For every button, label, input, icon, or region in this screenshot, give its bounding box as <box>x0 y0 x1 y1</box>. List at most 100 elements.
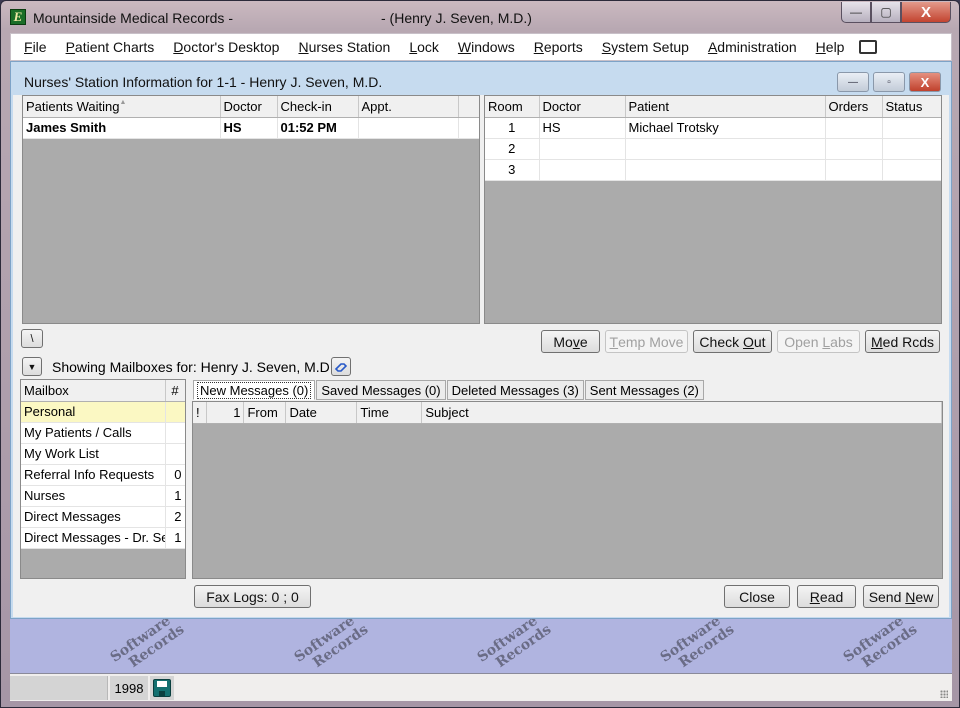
col-time[interactable]: Time <box>356 402 423 424</box>
watermark: Software Records <box>841 619 921 673</box>
resize-grip[interactable] <box>940 690 948 698</box>
tab-new-messages[interactable]: New Messages (0) <box>193 380 316 400</box>
col-room[interactable]: Room <box>485 96 540 118</box>
mailbox-dropdown-button[interactable]: ▼ <box>22 357 42 376</box>
station-content: Patients Waiting▲ Doctor Check-in Appt. … <box>13 95 949 617</box>
col-from[interactable]: From <box>243 402 287 424</box>
menu-label: indows <box>471 39 515 55</box>
col-appt[interactable]: Appt. <box>358 96 459 118</box>
menu-patient-charts[interactable]: Patient Charts <box>66 39 155 55</box>
tab-label: New Messages (0) <box>196 381 312 399</box>
messages-grid: ! 1 From Date Time Subject <box>192 401 943 579</box>
menu-administration[interactable]: Administration <box>708 39 797 55</box>
table-row[interactable]: James Smith HS 01:52 PM <box>23 117 479 139</box>
col-date[interactable]: Date <box>285 402 358 424</box>
col-orders[interactable]: Orders <box>825 96 883 118</box>
temp-move-button[interactable]: Temp Move <box>605 330 688 353</box>
fax-logs-button[interactable]: Fax Logs: 0 ; 0 <box>194 585 311 608</box>
read-button[interactable]: Read <box>797 585 856 608</box>
menu-accel: R <box>533 39 544 55</box>
patients-waiting-grid: Patients Waiting▲ Doctor Check-in Appt. … <box>22 95 480 324</box>
open-labs-button[interactable]: Open Labs <box>777 330 860 353</box>
mailbox-item-my-work-list[interactable]: My Work List <box>21 443 185 465</box>
table-row[interactable]: 3 <box>485 159 941 181</box>
maximize-button[interactable]: ▢ <box>871 2 901 23</box>
link-button[interactable] <box>331 357 351 376</box>
mailbox-item-personal[interactable]: Personal <box>21 401 185 423</box>
col-check-in[interactable]: Check-in <box>277 96 359 118</box>
table-row[interactable]: 2 <box>485 138 941 160</box>
mailbox-item-direct-messages[interactable]: Direct Messages 2 <box>21 506 185 528</box>
close-mail-button[interactable]: Close <box>724 585 790 608</box>
menu-doctors-desktop[interactable]: Doctor's Desktop <box>173 39 279 55</box>
minimize-button[interactable]: — <box>841 2 871 23</box>
menu-nurses-station[interactable]: Nurses Station <box>298 39 390 55</box>
mailbox-name: Direct Messages <box>21 506 166 528</box>
mailbox-name: My Work List <box>21 443 166 465</box>
menu-accel: H <box>815 39 826 55</box>
mailbox-count <box>165 401 185 423</box>
child-window-title: Nurses' Station Information for 1-1 - He… <box>24 74 383 90</box>
col-attachment[interactable]: 1 <box>206 402 245 424</box>
btn-text: ut <box>753 333 766 350</box>
close-button[interactable]: X <box>901 2 951 23</box>
table-row[interactable]: 1 HS Michael Trotsky <box>485 117 941 139</box>
status-year: 1998 <box>110 676 148 700</box>
btn-accel: L <box>822 333 831 350</box>
menu-lock[interactable]: Lock <box>409 39 439 55</box>
mailbox-item-my-patients-calls[interactable]: My Patients / Calls <box>21 422 185 444</box>
menu-label: elp <box>825 39 845 55</box>
cell-doctor <box>539 138 626 160</box>
menu-help[interactable]: Help <box>816 39 845 55</box>
maximize-icon: ▢ <box>880 5 892 19</box>
app-logo-icon: E <box>10 9 26 25</box>
menu-label: atient Charts <box>74 39 155 55</box>
mailbox-item-referral-info-requests[interactable]: Referral Info Requests 0 <box>21 464 185 486</box>
btn-accel: v <box>572 333 580 350</box>
backslash-button[interactable]: \ <box>21 329 43 348</box>
rooms-header: Room Doctor Patient Orders Status <box>485 96 941 118</box>
dropdown-arrow-icon: ▼ <box>27 361 37 372</box>
col-patients-waiting[interactable]: Patients Waiting▲ <box>23 96 221 118</box>
tab-sent-messages[interactable]: Sent Messages (2) <box>584 380 704 400</box>
send-new-button[interactable]: Send New <box>863 585 939 608</box>
menu-file[interactable]: File <box>24 39 47 55</box>
folder-icon[interactable] <box>859 40 878 54</box>
title-bar[interactable]: E Mountainside Medical Records - - (Henr… <box>1 1 959 33</box>
child-maximize-button[interactable]: ▫ <box>873 72 905 92</box>
mailbox-item-nurses[interactable]: Nurses 1 <box>21 485 185 507</box>
child-minimize-button[interactable]: — <box>837 72 869 92</box>
menu-system-setup[interactable]: System Setup <box>602 39 689 55</box>
col-mailbox[interactable]: Mailbox <box>21 380 166 402</box>
col-patient[interactable]: Patient <box>625 96 826 118</box>
menu-label: octor's Desktop <box>183 39 280 55</box>
save-status[interactable] <box>150 676 174 700</box>
btn-accel: N <box>905 588 916 605</box>
tab-saved-messages[interactable]: Saved Messages (0) <box>316 380 446 400</box>
col-extra[interactable] <box>458 96 479 118</box>
cell-status <box>882 117 941 139</box>
menu-accel: F <box>24 39 33 55</box>
col-priority[interactable]: ! <box>193 402 208 424</box>
cell-extra <box>458 117 479 139</box>
patients-waiting-header: Patients Waiting▲ Doctor Check-in Appt. <box>23 96 479 118</box>
col-subject[interactable]: Subject <box>421 402 942 424</box>
col-doctor[interactable]: Doctor <box>220 96 278 118</box>
col-count[interactable]: # <box>165 380 185 402</box>
med-rcds-button[interactable]: Med Rcds <box>865 330 940 353</box>
col-status[interactable]: Status <box>882 96 941 118</box>
mailbox-name: My Patients / Calls <box>21 422 166 444</box>
menu-windows[interactable]: Windows <box>458 39 515 55</box>
mailbox-count: 1 <box>165 527 185 549</box>
check-out-button[interactable]: Check Out <box>693 330 772 353</box>
cell-doctor: HS <box>539 117 626 139</box>
tab-deleted-messages[interactable]: Deleted Messages (3) <box>446 380 584 400</box>
maximize-icon: ▫ <box>887 76 891 88</box>
mailbox-count <box>165 422 185 444</box>
menu-reports[interactable]: Reports <box>534 39 583 55</box>
col-doctor[interactable]: Doctor <box>539 96 626 118</box>
child-close-button[interactable]: X <box>909 72 941 92</box>
move-button[interactable]: Mo v e <box>541 330 600 353</box>
cell-patient: James Smith <box>23 117 221 139</box>
mailbox-item-direct-messages-dr[interactable]: Direct Messages - Dr. Se 1 <box>21 527 185 549</box>
